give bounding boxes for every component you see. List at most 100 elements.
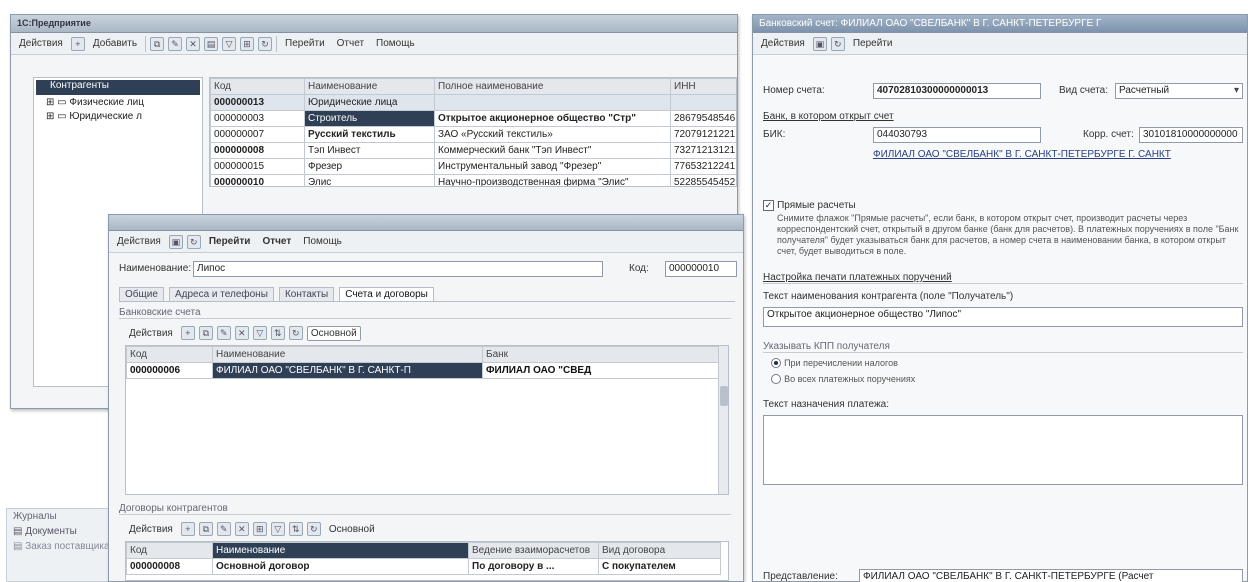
column-header[interactable]: Ведение взаиморасчетов <box>468 542 599 559</box>
hierarchy-icon[interactable]: ⊞ <box>240 36 255 51</box>
account-number-field[interactable]: 40702810300000000013 <box>873 83 1041 99</box>
contracts-actions-menu[interactable]: Действия <box>125 522 177 537</box>
delete-icon[interactable]: ✕ <box>234 522 249 536</box>
save-icon[interactable]: ▣ <box>812 36 827 51</box>
bik-field[interactable]: 044030793 <box>873 127 1041 143</box>
column-header[interactable]: Полное наименование <box>434 78 671 95</box>
tree-item[interactable]: ⊞ ▭ Физические лиц <box>34 97 202 111</box>
purpose-textarea[interactable] <box>763 415 1243 485</box>
tab-accounts[interactable]: Счета и договоры <box>339 287 434 301</box>
add-icon[interactable]: + <box>180 522 195 536</box>
bank-actions-menu[interactable]: Действия <box>125 326 177 341</box>
list-add-button[interactable]: Добавить <box>89 36 141 51</box>
table-row[interactable]: 000000008 Тэп Инвест Коммерческий банк "… <box>210 142 736 159</box>
name-field[interactable]: Липос <box>193 261 603 277</box>
table-row[interactable]: 000000010 Элис Научно-производственная ф… <box>210 174 736 186</box>
refresh-icon[interactable]: ↻ <box>288 326 303 340</box>
hierarchy-icon[interactable]: ⊞ <box>252 522 267 536</box>
copy-icon[interactable]: ⧉ <box>150 36 165 51</box>
code-field[interactable]: 000000010 <box>665 261 737 277</box>
table-row[interactable]: 000000015 Фрезер Инструментальный завод … <box>210 158 736 175</box>
tab-general[interactable]: Общие <box>119 287 164 301</box>
column-header[interactable]: Наименование <box>304 78 435 95</box>
table-row[interactable]: 000000013 Юридические лица <box>210 94 736 111</box>
table-row[interactable]: 000000006 ФИЛИАЛ ОАО "СВЕЛБАНК" В Г. САН… <box>126 362 721 379</box>
account-type-label: Вид счета: <box>1059 85 1109 96</box>
contractor-actions-menu[interactable]: Действия <box>113 234 165 249</box>
contractor-help-button[interactable]: Помощь <box>299 234 346 249</box>
list-goto-menu[interactable]: Перейти <box>281 36 329 51</box>
sort-icon[interactable]: ⇅ <box>288 522 303 536</box>
edit-icon[interactable]: ✎ <box>168 36 183 51</box>
sort-icon[interactable]: ⇅ <box>270 326 285 340</box>
filter-icon[interactable]: ▽ <box>270 522 285 536</box>
tree-root[interactable]: Контрагенты <box>36 80 200 95</box>
column-header[interactable]: Наименование <box>212 542 469 559</box>
payer-text-field[interactable]: Открытое акционерное общество "Липос" <box>763 307 1243 327</box>
account-toolbar: Действия ▣ ↻ Перейти <box>753 33 1247 55</box>
table-header: Код Наименование Банк <box>126 346 721 363</box>
account-goto-menu[interactable]: Перейти <box>849 36 897 51</box>
delete-icon[interactable]: ✕ <box>186 36 201 51</box>
list-report-button[interactable]: Отчет <box>333 36 368 51</box>
cell-code: 000000003 <box>210 110 305 127</box>
list-help-button[interactable]: Помощь <box>372 36 419 51</box>
scrollbar-thumb[interactable] <box>720 386 728 406</box>
add-icon[interactable]: + <box>180 326 195 340</box>
table-row[interactable]: 000000008 Основной договор По договору в… <box>126 558 721 575</box>
representation-field[interactable]: ФИЛИАЛ ОАО "СВЕЛБАНК" В Г. САНКТ-ПЕТЕРБУ… <box>859 569 1243 582</box>
delete-icon[interactable]: ✕ <box>234 326 249 340</box>
table-row[interactable]: 000000003 Строитель Открытое акционерное… <box>210 110 736 127</box>
contractor-goto-menu[interactable]: Перейти <box>205 234 255 249</box>
filter-icon[interactable]: ▽ <box>222 36 237 51</box>
contracts-main-button[interactable]: Основной <box>325 522 379 537</box>
save-icon[interactable]: ▣ <box>168 234 183 249</box>
refresh-icon[interactable]: ↻ <box>258 36 273 51</box>
cell-name: ФИЛИАЛ ОАО "СВЕЛБАНК" В Г. САНКТ-П <box>212 362 483 379</box>
tree-item[interactable]: ⊞ ▭ Юридические л <box>34 111 202 125</box>
copy-icon[interactable]: ⧉ <box>198 326 213 340</box>
nav-item-label: Документы <box>25 526 77 537</box>
refresh-icon[interactable]: ↻ <box>830 36 845 51</box>
kpp-option-taxes[interactable]: При перечислении налогов <box>771 357 898 369</box>
tab-addresses[interactable]: Адреса и телефоны <box>168 287 274 301</box>
corr-account-label: Корр. счет: <box>1083 129 1134 140</box>
corr-account-field[interactable]: 30101810000000000 <box>1139 127 1243 143</box>
account-type-select[interactable]: Расчетный ▾ <box>1115 83 1243 99</box>
column-header[interactable]: Код <box>126 346 213 363</box>
column-header[interactable]: Вид договора <box>598 542 721 559</box>
kpp-group-title: Указывать КПП получателя <box>763 341 1243 353</box>
column-header[interactable]: Банк <box>482 346 721 363</box>
refresh-icon[interactable]: ↻ <box>306 522 321 536</box>
column-header[interactable]: Наименование <box>212 346 483 363</box>
edit-icon[interactable]: ✎ <box>216 326 231 340</box>
indirect-settlement-checkbox[interactable]: ✓ Прямые расчеты <box>763 199 856 211</box>
column-header[interactable]: Код <box>210 78 305 95</box>
bank-where-open-link[interactable]: Банк, в котором открыт счет <box>763 111 894 122</box>
edit-icon[interactable]: ✎ <box>216 522 231 536</box>
kpp-option-all[interactable]: Во всех платежных поручениях <box>771 373 915 385</box>
tree-item-label: Юридические л <box>69 111 142 122</box>
cell-inn <box>670 94 736 111</box>
column-header[interactable]: Код <box>126 542 213 559</box>
folder-icon[interactable]: ▤ <box>204 36 219 51</box>
copy-icon[interactable]: ⧉ <box>198 522 213 536</box>
payment-settings-link[interactable]: Настройка печати платежных поручений <box>763 272 952 283</box>
column-header[interactable]: ИНН <box>670 78 736 95</box>
checkbox-checked-icon: ✓ <box>763 199 774 211</box>
tab-contacts[interactable]: Контакты <box>278 287 335 301</box>
filter-icon[interactable]: ▽ <box>252 326 267 340</box>
refresh-icon[interactable]: ↻ <box>186 234 201 249</box>
folder-icon: ⊞ ▭ <box>46 97 67 108</box>
bank-table-scrollbar[interactable] <box>718 346 728 494</box>
table-row[interactable]: 000000007 Русский текстиль ЗАО «Русский … <box>210 126 736 143</box>
list-actions-menu[interactable]: Действия <box>15 36 67 51</box>
add-icon[interactable]: + <box>70 36 85 51</box>
cell-kind: С покупателем <box>598 558 721 575</box>
account-number-label: Номер счета: <box>763 85 825 96</box>
account-actions-menu[interactable]: Действия <box>757 36 809 51</box>
app-logo: 1С:Предприятие <box>17 18 91 28</box>
bank-name-link[interactable]: ФИЛИАЛ ОАО "СВЕЛБАНК" В Г. САНКТ-ПЕТЕРБУ… <box>873 149 1171 160</box>
contractor-report-button[interactable]: Отчет <box>258 234 295 249</box>
bank-main-button[interactable]: Основной <box>306 325 361 341</box>
